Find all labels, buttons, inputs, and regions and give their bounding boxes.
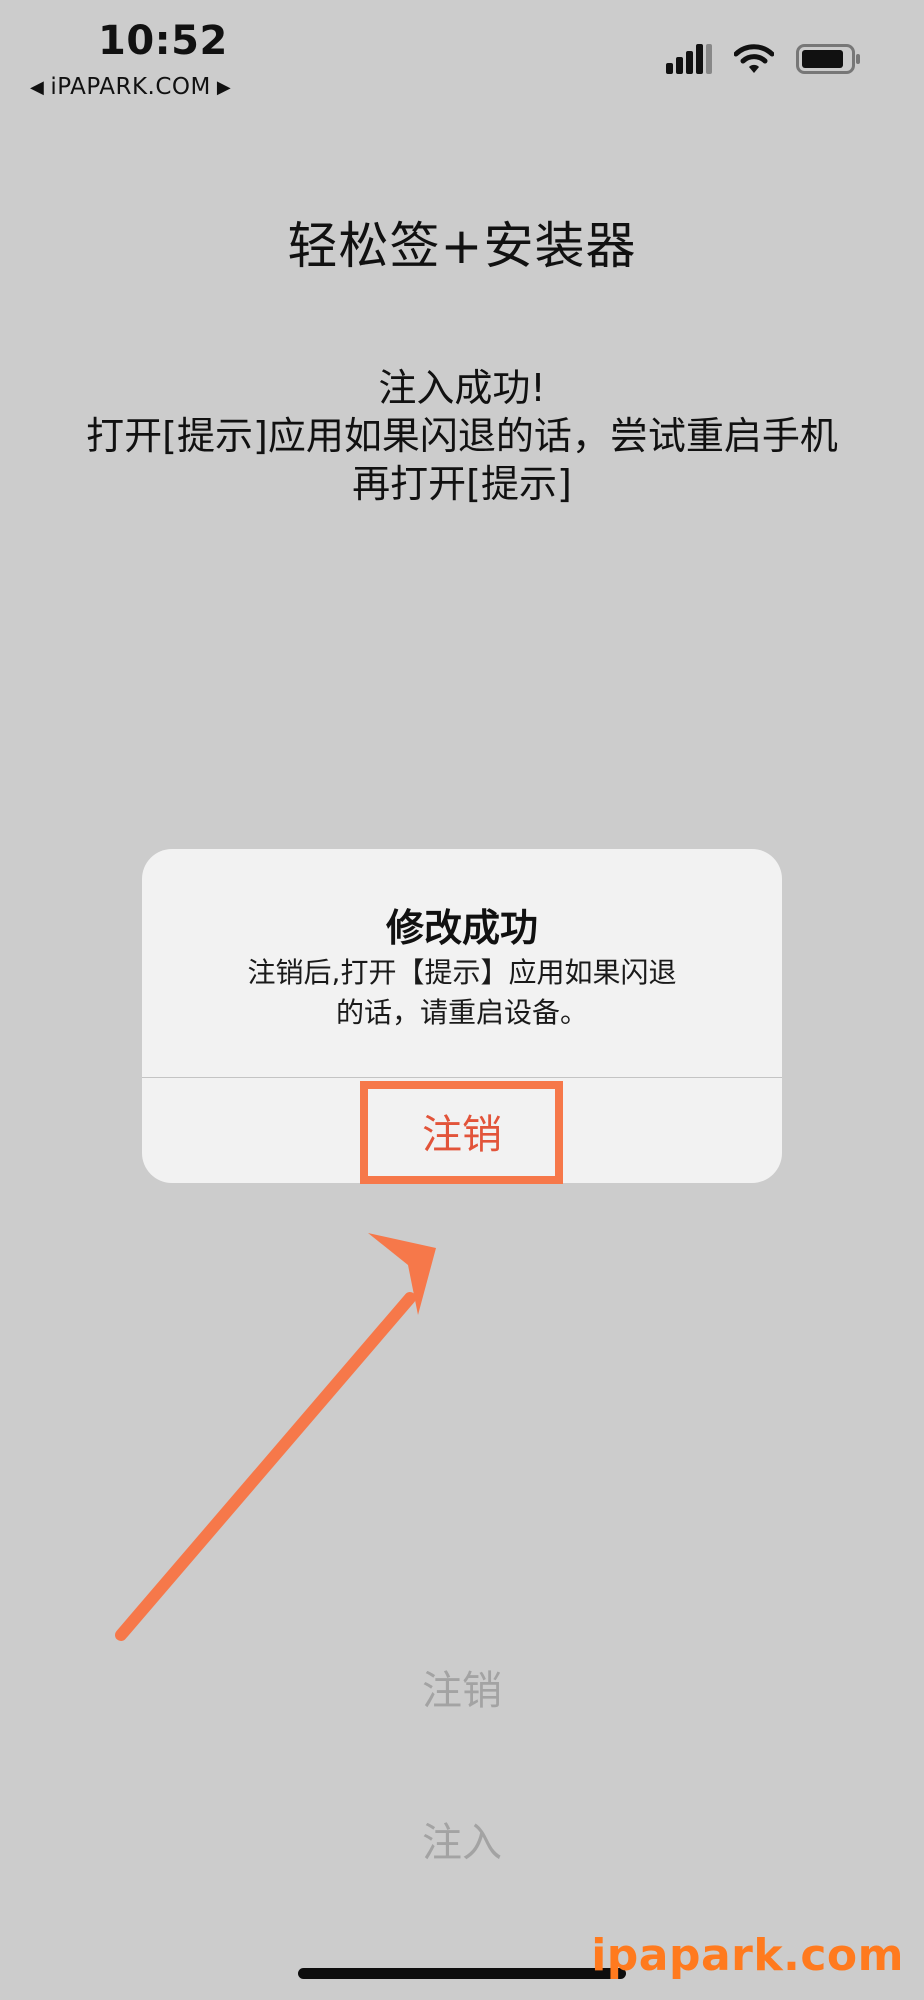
inject-button[interactable]: 注入 [0, 1810, 924, 1868]
wifi-icon [734, 44, 774, 73]
alert-message-line: 的话，请重启设备。 [335, 996, 588, 1029]
alert-title: 修改成功 [385, 906, 538, 950]
inject-status-message: 注入成功! 打开[提示]应用如果闪退的话，尝试重启手机 再打开[提示] [0, 364, 924, 508]
battery-icon [796, 44, 860, 74]
watermark-text: ipapark.com [591, 1930, 904, 1981]
message-line: 再打开[提示] [352, 462, 572, 506]
triangle-right-icon: ▶ [216, 76, 232, 98]
cellular-signal-icon [666, 44, 712, 74]
alert-action-button[interactable]: 注销 [142, 1078, 782, 1183]
status-time: 10:52 [98, 18, 228, 64]
triangle-left-icon: ◀ [30, 76, 45, 98]
message-line: 打开[提示]应用如果闪退的话，尝试重启手机 [86, 414, 838, 458]
back-app-label: iPAPARK.COM [50, 74, 211, 100]
alert-dialog: 修改成功 注销后,打开【提示】应用如果闪退 的话，请重启设备。 注销 [142, 849, 782, 1183]
alert-message-line: 注销后,打开【提示】应用如果闪退 [247, 956, 677, 989]
logout-button[interactable]: 注销 [0, 1658, 924, 1716]
message-line: 注入成功! [378, 366, 546, 410]
back-to-app-link[interactable]: ◀ iPAPARK.COM ▶ [30, 74, 231, 100]
status-icons [666, 44, 862, 74]
app-title: 轻松签+安装器 [287, 217, 637, 275]
home-indicator[interactable] [298, 1968, 626, 1979]
alert-message: 注销后,打开【提示】应用如果闪退 的话，请重启设备。 [142, 953, 782, 1033]
